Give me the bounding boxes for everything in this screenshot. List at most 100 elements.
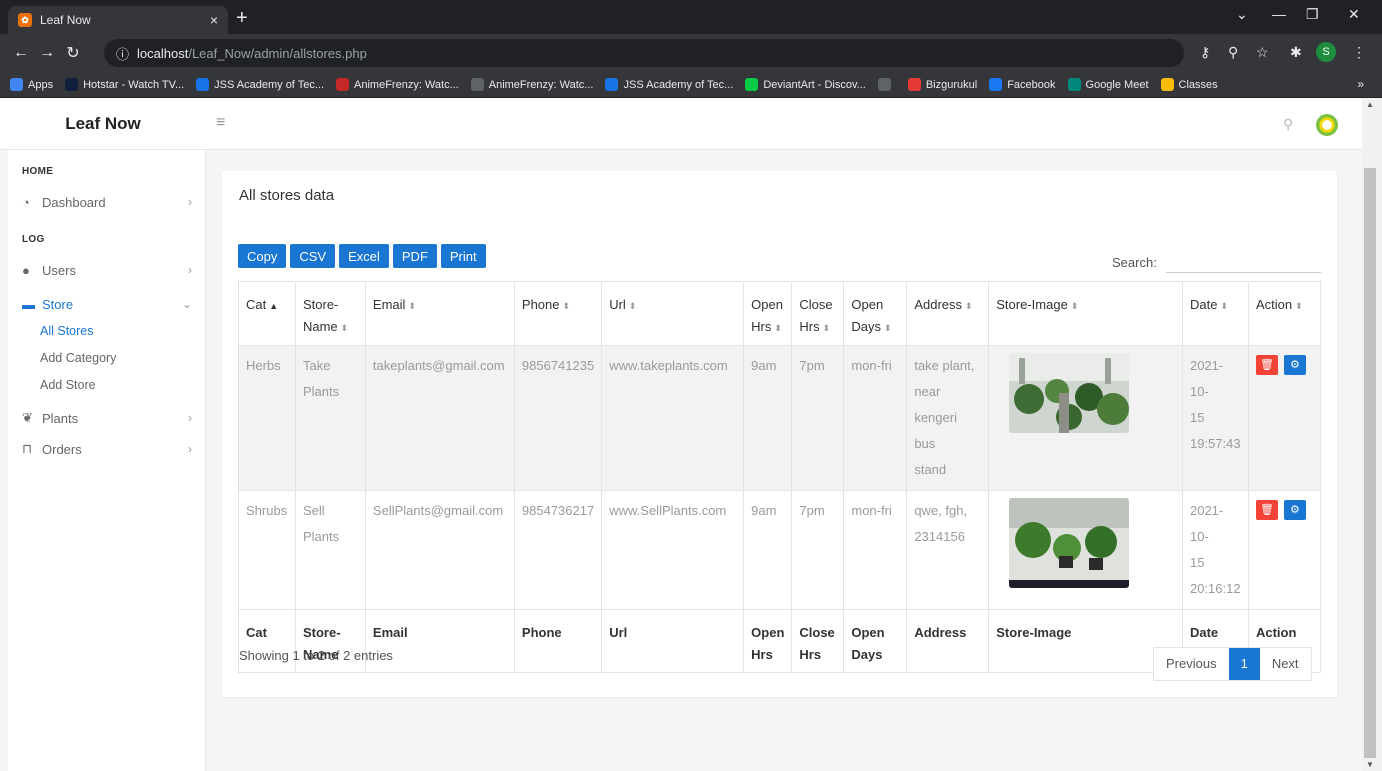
chevron-down-icon: ⌄ [181, 297, 192, 311]
chevron-right-icon: › [188, 263, 192, 277]
bookmark-item[interactable] [877, 78, 896, 91]
bookmark-label: DeviantArt - Discov... [763, 78, 866, 91]
close-tab-icon[interactable]: × [210, 12, 218, 28]
bookmark-item[interactable]: Facebook [989, 78, 1056, 91]
sidebar-sub-add-category[interactable]: Add Category [40, 351, 116, 365]
copy-button[interactable]: Copy [238, 244, 287, 268]
previous-page-button[interactable]: Previous [1154, 648, 1229, 680]
footer-store-name: Store- Name [294, 609, 366, 673]
hamburger-icon[interactable]: ≡ [216, 114, 225, 132]
col-header-url[interactable]: Url ⬍ [601, 281, 745, 346]
gear-icon: ⚙ [1290, 359, 1300, 371]
cell-action: 🗑 ⚙ [1247, 490, 1322, 610]
delete-button[interactable]: 🗑 [1255, 500, 1278, 520]
bookmark-item[interactable]: JSS Academy of Tec... [196, 78, 324, 91]
browser-menu-icon[interactable]: ⋮ [1352, 44, 1366, 61]
table-info: Showing 1 to 2 of 2 entries [239, 648, 393, 663]
profile-avatar[interactable]: S [1316, 42, 1336, 62]
bookmark-item[interactable]: Apps [10, 78, 53, 91]
new-tab-button[interactable]: + [236, 8, 248, 28]
excel-button[interactable]: Excel [339, 244, 389, 268]
col-header-close-hrs[interactable]: Close Hrs ⬍ [791, 281, 845, 346]
address-bar-row: ← → ↻ ⓘ localhost /Leaf_Now/admin/allsto… [0, 34, 1382, 72]
col-header-cat[interactable]: Cat ▲ [238, 281, 296, 346]
reload-icon[interactable]: ↻ [60, 43, 86, 63]
sidebar-item-orders[interactable]: ⊓ Orders › [22, 439, 192, 459]
bookmark-item[interactable]: Google Meet [1067, 78, 1149, 91]
cell-phone: 9854736217 [513, 490, 603, 610]
edit-button[interactable]: ⚙ [1283, 355, 1306, 375]
url-bar[interactable]: ⓘ localhost /Leaf_Now/admin/allstores.ph… [104, 39, 1184, 67]
cell-date: 2021-10- 15 19:57:43 [1181, 345, 1249, 491]
col-header-address[interactable]: Address ⬍ [906, 281, 990, 346]
scroll-down-icon[interactable]: ▼ [1366, 760, 1374, 769]
bookmark-item[interactable]: Hotstar - Watch TV... [65, 78, 184, 91]
scroll-up-icon[interactable]: ▲ [1366, 100, 1374, 109]
pdf-button[interactable]: PDF [392, 244, 437, 268]
brand-logo-text[interactable]: Leaf Now [0, 98, 206, 150]
col-header-store-name[interactable]: Store- Name ⬍ [294, 281, 366, 346]
sidebar-item-users[interactable]: ● Users › [22, 260, 192, 280]
key-icon[interactable]: ⚷ [1200, 44, 1210, 61]
pagination: Previous 1 Next [1153, 647, 1312, 681]
bookmark-label: Google Meet [1085, 78, 1149, 91]
footer-cat: Cat [238, 609, 296, 673]
site-info-icon[interactable]: ⓘ [116, 44, 129, 63]
page-1-button[interactable]: 1 [1228, 648, 1260, 680]
zoom-icon[interactable]: ⚲ [1228, 44, 1238, 61]
csv-button[interactable]: CSV [290, 244, 336, 268]
browser-tab[interactable]: ✿ Leaf Now × [8, 6, 228, 34]
col-header-action[interactable]: Action ⬍ [1247, 281, 1322, 346]
forward-icon[interactable]: → [34, 44, 60, 62]
sidebar-heading-log: LOG [22, 234, 45, 245]
bookmark-favicon-icon [10, 78, 23, 91]
cell-date: 2021-10- 15 20:16:12 [1181, 490, 1249, 610]
sidebar-sub-add-store[interactable]: Add Store [40, 378, 96, 392]
bookmarks-more-icon[interactable]: » [1357, 77, 1364, 91]
next-page-button[interactable]: Next [1259, 648, 1311, 680]
col-header-open-hrs[interactable]: Open Hrs ⬍ [743, 281, 793, 346]
col-header-store-image[interactable]: Store-Image ⬍ [988, 281, 1183, 346]
cell-cat: Shrubs [238, 490, 296, 610]
search-icon[interactable]: ⚲ [1283, 116, 1293, 133]
sort-icon: ⬍ [408, 301, 416, 311]
cell-open-days: mon-fri [843, 345, 908, 491]
bookmark-star-icon[interactable]: ☆ [1256, 44, 1269, 61]
print-button[interactable]: Print [440, 244, 486, 268]
cell-url: www.takeplants.com [601, 345, 745, 491]
bookmark-item[interactable]: AnimeFrenzy: Watc... [336, 78, 459, 91]
cell-url: www.SellPlants.com [601, 490, 745, 610]
bookmark-item[interactable]: Classes [1160, 78, 1218, 91]
delete-button[interactable]: 🗑 [1255, 355, 1278, 375]
bookmark-item[interactable]: Bizgurukul [907, 78, 977, 91]
sidebar-item-plants[interactable]: ❦ Plants › [22, 408, 192, 428]
tab-title: Leaf Now [40, 13, 91, 27]
maximize-icon[interactable]: ❐ [1306, 6, 1319, 23]
col-header-phone[interactable]: Phone ⬍ [513, 281, 603, 346]
bookmark-item[interactable]: AnimeFrenzy: Watc... [470, 78, 593, 91]
search-input[interactable] [1166, 251, 1321, 273]
sort-asc-icon: ▲ [269, 301, 279, 311]
sort-icon: ⬍ [965, 301, 973, 311]
chevron-right-icon: › [188, 442, 192, 456]
bookmark-item[interactable]: JSS Academy of Tec... [605, 78, 733, 91]
bookmark-item[interactable]: DeviantArt - Discov... [745, 78, 866, 91]
extensions-icon[interactable]: ✱ [1290, 44, 1302, 61]
col-header-date[interactable]: Date ⬍ [1181, 281, 1249, 346]
sidebar-item-dashboard[interactable]: ◔ Dashboard › [22, 192, 192, 212]
sidebar-sub-all-stores[interactable]: All Stores [40, 324, 94, 338]
cell-store-name: Sell Plants [294, 490, 366, 610]
edit-button[interactable]: ⚙ [1283, 500, 1306, 520]
col-header-open-days[interactable]: Open Days ⬍ [843, 281, 908, 346]
col-header-email[interactable]: Email ⬍ [364, 281, 515, 346]
window-close-icon[interactable]: ✕ [1348, 6, 1360, 23]
back-icon[interactable]: ← [8, 44, 34, 62]
tab-search-icon[interactable]: ⌄ [1236, 6, 1248, 23]
scrollbar-thumb[interactable] [1364, 168, 1376, 758]
minimize-icon[interactable]: — [1272, 6, 1286, 22]
sidebar-item-store[interactable]: ▬ Store ⌄ [22, 294, 192, 314]
bookmark-label: Apps [28, 78, 54, 91]
cell-close-hrs: 7pm [791, 490, 845, 610]
stores-card: All stores data Copy CSV Excel PDF Print… [222, 171, 1337, 697]
user-logo-icon[interactable] [1316, 114, 1338, 136]
